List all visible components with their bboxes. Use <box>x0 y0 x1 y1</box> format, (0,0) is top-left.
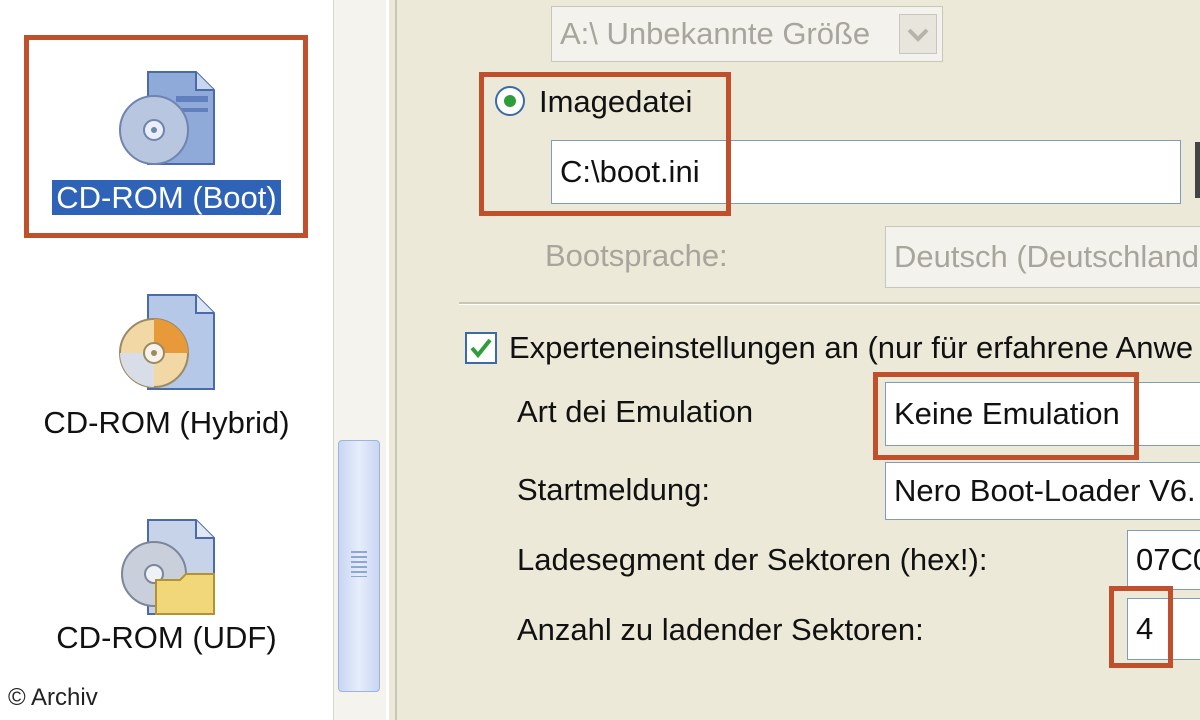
load-segment-value: 07C0 <box>1136 542 1200 577</box>
panel-divider <box>395 0 397 720</box>
list-item-cd-udf[interactable]: CD-ROM (UDF) <box>0 510 333 670</box>
boot-settings-panel: A:\ Unbekannte Größe Imagedatei C:\boot.… <box>386 0 1200 720</box>
start-message-value: Nero Boot-Loader V6. <box>894 473 1196 508</box>
list-item-cd-hybrid[interactable]: CD-ROM (Hybrid) <box>0 285 333 445</box>
boot-language-value: Deutsch (Deutschland <box>894 239 1199 274</box>
chevron-down-icon[interactable] <box>899 14 937 54</box>
boot-language-select[interactable]: Deutsch (Deutschland <box>885 226 1200 288</box>
highlight-emulation <box>873 372 1139 460</box>
highlight-sector-count <box>1109 586 1173 668</box>
scrollbar-thumb[interactable] <box>338 440 380 692</box>
highlight-boot-item <box>24 35 308 238</box>
load-segment-label: Ladesegment der Sektoren (hex!): <box>517 542 988 577</box>
browse-button-edge[interactable] <box>1195 142 1200 198</box>
start-message-label: Startmeldung: <box>517 472 710 507</box>
cd-hybrid-icon <box>118 293 218 398</box>
list-item-label: CD-ROM (UDF) <box>56 620 277 655</box>
expert-settings-label: Experteneinstellungen an (nur für erfahr… <box>509 330 1194 365</box>
drive-select[interactable]: A:\ Unbekannte Größe <box>551 6 943 62</box>
drive-select-value: A:\ Unbekannte Größe <box>560 16 871 51</box>
sector-count-label: Anzahl zu ladender Sektoren: <box>517 612 924 647</box>
grip-icon <box>351 551 367 577</box>
separator-line <box>459 302 1200 305</box>
expert-settings-checkbox[interactable] <box>465 332 497 364</box>
checkmark-icon <box>470 338 492 359</box>
list-item-label: CD-ROM (Hybrid) <box>43 405 290 440</box>
highlight-image-file <box>479 72 731 216</box>
start-message-input[interactable]: Nero Boot-Loader V6. <box>885 462 1200 520</box>
copyright-watermark: © Archiv <box>8 684 98 711</box>
vertical-scrollbar[interactable] <box>333 0 386 720</box>
emulation-label: Art dei Emulation <box>517 394 754 429</box>
boot-language-label: Bootsprache: <box>545 238 728 273</box>
project-type-list: CD-ROM (Boot) CD-ROM (Hybrid) CD-ROM (UD… <box>0 0 333 720</box>
load-segment-input[interactable]: 07C0 <box>1127 530 1200 590</box>
cd-udf-icon <box>118 518 218 623</box>
